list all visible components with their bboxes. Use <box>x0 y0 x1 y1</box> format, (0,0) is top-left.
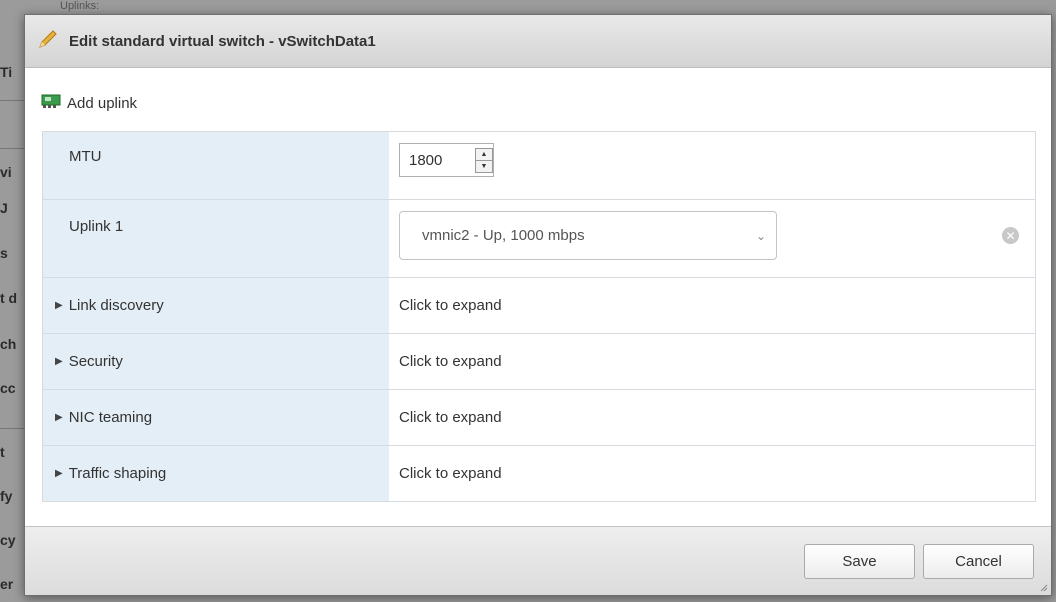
bg-divider <box>0 100 24 101</box>
bg-fragment: er <box>0 576 14 592</box>
resize-grip-icon[interactable] <box>1038 582 1048 592</box>
section-label-cell: ▶ Traffic shaping <box>43 446 389 501</box>
section-expand-link[interactable]: Click to expand <box>389 334 1035 389</box>
add-uplink-button[interactable]: Add uplink <box>41 93 137 113</box>
bg-fragment: vi <box>0 164 12 180</box>
save-button[interactable]: Save <box>804 544 915 579</box>
dialog-titlebar[interactable]: Edit standard virtual switch - vSwitchDa… <box>25 15 1051 68</box>
edit-vswitch-dialog: Edit standard virtual switch - vSwitchDa… <box>24 14 1052 596</box>
settings-grid: MTU ▲ ▼ Uplink 1 vmnic2 - Up, 1000 mbps … <box>42 131 1036 502</box>
bg-fragment: J <box>0 200 8 216</box>
spin-down-icon[interactable]: ▼ <box>476 161 492 172</box>
section-row-link-discovery[interactable]: ▶ Link discovery Click to expand <box>43 278 1035 334</box>
bg-fragment-top: Uplinks: <box>60 0 100 12</box>
section-label-cell: ▶ Security <box>43 334 389 389</box>
pencil-icon <box>37 28 59 54</box>
uplink-select[interactable]: vmnic2 - Up, 1000 mbps ⌄ <box>399 211 777 260</box>
bg-fragment: fy <box>0 488 13 504</box>
uplink-selected-value: vmnic2 - Up, 1000 mbps <box>422 227 585 244</box>
bg-fragment: Ti <box>0 64 13 80</box>
bg-fragment: ch <box>0 336 17 352</box>
bg-divider <box>0 428 24 429</box>
section-expand-link[interactable]: Click to expand <box>389 278 1035 333</box>
section-label-cell: ▶ NIC teaming <box>43 390 389 445</box>
mtu-spinner[interactable]: ▲ ▼ <box>475 147 493 173</box>
expand-triangle-icon: ▶ <box>55 300 63 311</box>
remove-uplink-icon[interactable]: ✕ <box>1002 227 1019 244</box>
bg-fragment: t <box>0 444 5 460</box>
expand-triangle-icon: ▶ <box>55 468 63 479</box>
mtu-stepper[interactable]: ▲ ▼ <box>399 143 494 177</box>
section-label: Traffic shaping <box>68 465 167 482</box>
network-card-icon <box>41 93 61 113</box>
bg-fragment: s <box>0 245 8 261</box>
section-row-security[interactable]: ▶ Security Click to expand <box>43 334 1035 390</box>
mtu-input[interactable] <box>407 150 471 170</box>
dialog-title: Edit standard virtual switch - vSwitchDa… <box>69 32 376 50</box>
section-row-nic-teaming[interactable]: ▶ NIC teaming Click to expand <box>43 390 1035 446</box>
section-expand-link[interactable]: Click to expand <box>389 390 1035 445</box>
cancel-button[interactable]: Cancel <box>923 544 1034 579</box>
add-uplink-label: Add uplink <box>67 94 138 112</box>
bg-fragment: t d <box>0 290 18 306</box>
bg-fragment: cy <box>0 532 16 548</box>
section-label-cell: ▶ Link discovery <box>43 278 389 333</box>
expand-triangle-icon: ▶ <box>55 356 63 367</box>
section-label: Link discovery <box>68 297 164 314</box>
mtu-label: MTU <box>43 132 389 199</box>
bg-divider <box>0 148 24 149</box>
uplink-row: Uplink 1 vmnic2 - Up, 1000 mbps ⌄ ✕ <box>43 200 1035 278</box>
spin-up-icon[interactable]: ▲ <box>476 149 492 161</box>
expand-triangle-icon: ▶ <box>55 412 63 423</box>
dialog-footer: Save Cancel <box>25 526 1051 595</box>
mtu-row: MTU ▲ ▼ <box>43 132 1035 200</box>
section-label: Security <box>68 353 123 370</box>
bg-fragment: cc <box>0 380 16 396</box>
section-expand-link[interactable]: Click to expand <box>389 446 1035 501</box>
uplink-value-cell: vmnic2 - Up, 1000 mbps ⌄ ✕ <box>389 200 1035 277</box>
chevron-down-icon: ⌄ <box>755 228 767 243</box>
section-row-traffic-shaping[interactable]: ▶ Traffic shaping Click to expand <box>43 446 1035 501</box>
uplink-label: Uplink 1 <box>43 200 389 277</box>
section-label: NIC teaming <box>68 409 153 426</box>
mtu-value-cell: ▲ ▼ <box>389 132 1035 199</box>
